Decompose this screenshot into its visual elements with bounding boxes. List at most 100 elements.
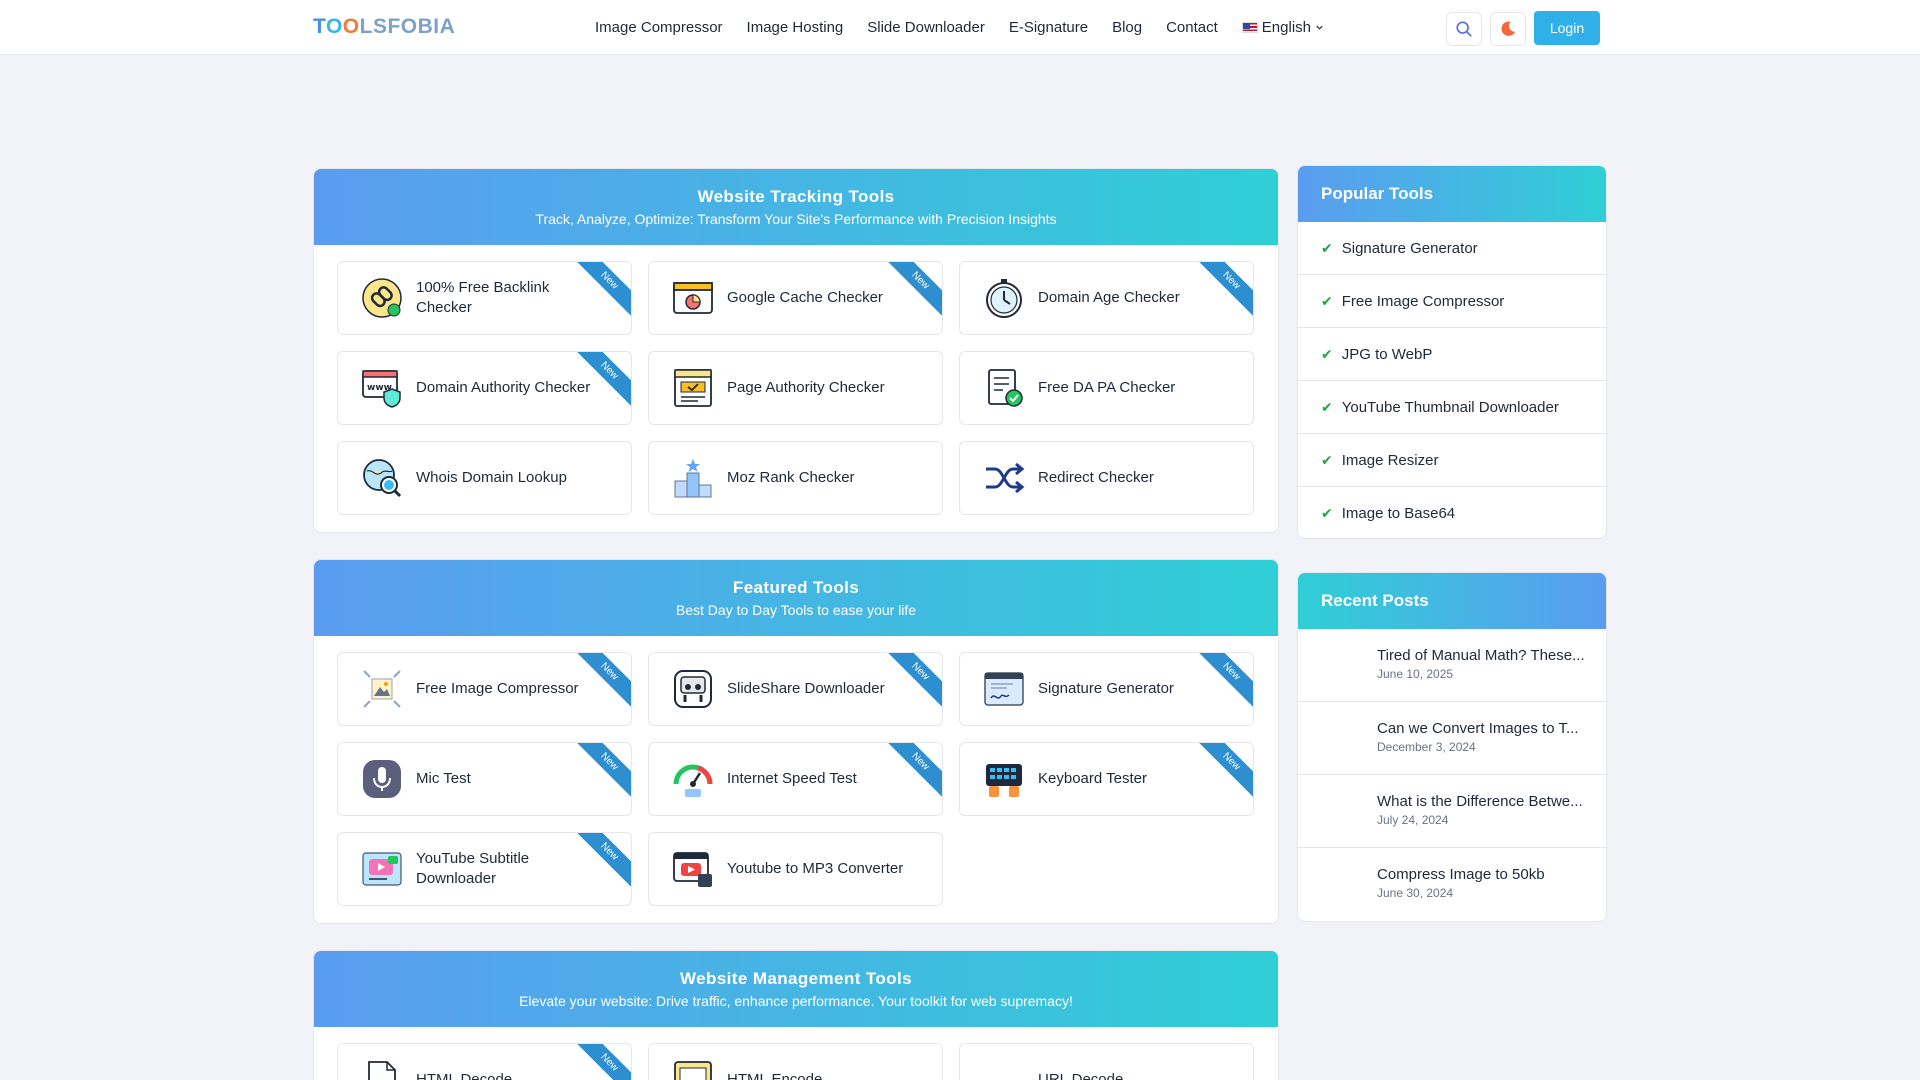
post-date: December 3, 2024 [1377, 740, 1476, 754]
login-button[interactable]: Login [1534, 11, 1600, 45]
tool-card-html-encode[interactable]: HTML Encode [648, 1043, 943, 1080]
tool-label: Redirect Checker [1038, 469, 1154, 486]
recent-posts-panel: Recent Posts Tired of Manual Math? These… [1297, 572, 1607, 922]
tool-label: 100% Free Backlink Checker [416, 279, 550, 316]
browser-chart-icon [671, 276, 715, 320]
section-header: Website Management Tools Elevate your we… [314, 951, 1278, 1027]
logo-letter-t: T [313, 15, 326, 38]
popular-item-youtube-thumbnail-downloader[interactable]: ✔ YouTube Thumbnail Downloader [1298, 381, 1606, 434]
logo[interactable]: TOOLSFOBIA [313, 15, 455, 39]
tool-card-domain-authority-checker[interactable]: www Domain Authority Checker New [337, 351, 632, 425]
nav-image-hosting[interactable]: Image Hosting [747, 19, 844, 36]
section-header: Featured Tools Best Day to Day Tools to … [314, 560, 1278, 636]
tool-card-free-da-pa-checker[interactable]: Free DA PA Checker [959, 351, 1254, 425]
tool-label: Google Cache Checker [727, 289, 883, 306]
checklist-icon [982, 366, 1026, 410]
tool-label: YouTube Subtitle Downloader [416, 850, 530, 887]
tool-card-google-cache-checker[interactable]: Google Cache Checker New [648, 261, 943, 335]
backlink-icon [360, 276, 404, 320]
post-title: What is the Difference Betwe... [1377, 793, 1583, 810]
popular-item-signature-generator[interactable]: ✔ Signature Generator [1298, 222, 1606, 275]
post-date: June 30, 2024 [1377, 886, 1454, 900]
tool-card-keyboard-tester[interactable]: Keyboard Tester New [959, 742, 1254, 816]
recent-post[interactable]: Tired of Manual Math? These... June 10, … [1298, 629, 1606, 702]
post-title: Can we Convert Images to T... [1377, 720, 1579, 737]
new-ribbon: New [1193, 743, 1253, 800]
speedometer-icon [671, 757, 715, 801]
popular-tools-panel: Popular Tools ✔ Signature Generator ✔ Free… [1297, 165, 1607, 539]
tool-card-youtube-subtitle-downloader[interactable]: YouTube Subtitle Downloader New [337, 832, 632, 906]
tool-card-youtube-to-mp3[interactable]: Youtube to MP3 Converter [648, 832, 943, 906]
video-player-icon [671, 847, 715, 891]
section-subtitle: Track, Analyze, Optimize: Transform Your… [535, 211, 1057, 227]
webpage-check-icon [671, 366, 715, 410]
tool-label: HTML Encode [727, 1071, 823, 1080]
logo-rest: LSFOBIA [359, 15, 456, 38]
nav-slide-downloader[interactable]: Slide Downloader [867, 19, 985, 36]
tool-card-signature-generator[interactable]: Signature Generator New [959, 652, 1254, 726]
top-header: TOOLSFOBIA Image Compressor Image Hostin… [0, 0, 1920, 55]
post-date: June 10, 2025 [1377, 667, 1454, 681]
popular-item-image-to-base64[interactable]: ✔ Image to Base64 [1298, 487, 1606, 538]
featured-tools-section: Featured Tools Best Day to Day Tools to … [313, 559, 1279, 924]
tool-label: HTML Decode [416, 1071, 513, 1080]
nav-image-compressor[interactable]: Image Compressor [595, 19, 723, 36]
tool-card-backlink-checker[interactable]: 100% Free Backlink Checker New [337, 261, 632, 335]
language-selector[interactable]: English [1241, 19, 1324, 36]
tool-card-page-authority-checker[interactable]: Page Authority Checker [648, 351, 943, 425]
tool-label: Page Authority Checker [727, 379, 885, 396]
tool-card-redirect-checker[interactable]: Redirect Checker [959, 441, 1254, 515]
shuffle-arrows-icon [982, 456, 1026, 500]
popular-item-label: JPG to WebP [1341, 345, 1433, 363]
check-icon: ✔ [1321, 505, 1333, 521]
tool-card-free-image-compressor[interactable]: Free Image Compressor New [337, 652, 632, 726]
tool-card-whois-domain-lookup[interactable]: Whois Domain Lookup [337, 441, 632, 515]
post-title: Compress Image to 50kb [1377, 866, 1545, 883]
tool-label: Domain Age Checker [1038, 289, 1180, 306]
new-ribbon: New [1193, 653, 1253, 710]
microphone-icon [360, 757, 404, 801]
post-title: Tired of Manual Math? These... [1377, 647, 1585, 664]
recent-post[interactable]: Compress Image to 50kb June 30, 2024 [1298, 848, 1606, 921]
website-management-section: Website Management Tools Elevate your we… [313, 950, 1279, 1080]
search-button[interactable] [1446, 12, 1482, 46]
html-file-icon [360, 1058, 404, 1080]
tool-card-mic-test[interactable]: Mic Test New [337, 742, 632, 816]
tool-label: Internet Speed Test [727, 770, 857, 787]
tool-card-internet-speed-test[interactable]: Internet Speed Test New [648, 742, 943, 816]
tool-card-domain-age-checker[interactable]: Domain Age Checker New [959, 261, 1254, 335]
recent-post[interactable]: What is the Difference Betwe... July 24,… [1298, 775, 1606, 848]
check-icon: ✔ [1321, 292, 1333, 309]
section-subtitle: Best Day to Day Tools to ease your life [675, 602, 917, 618]
popular-item-free-image-compressor[interactable]: ✔ Free Image Compressor [1298, 275, 1606, 328]
podium-icon [671, 456, 715, 500]
dark-mode-toggle[interactable] [1490, 12, 1526, 46]
tool-label: Free Image Compressor [416, 680, 579, 697]
section-title: Website Tracking Tools [697, 187, 895, 206]
check-icon: ✔ [1321, 345, 1333, 362]
new-ribbon: New [571, 653, 631, 710]
tool-card-slideshare-downloader[interactable]: SlideShare Downloader New [648, 652, 943, 726]
moon-icon [1501, 21, 1516, 36]
main-nav: Image Compressor Image Hosting Slide Dow… [595, 0, 1324, 55]
tool-card-moz-rank-checker[interactable]: Moz Rank Checker [648, 441, 943, 515]
popular-item-image-resizer[interactable]: ✔ Image Resizer [1298, 434, 1606, 487]
popular-item-jpg-to-webp[interactable]: ✔ JPG to WebP [1298, 328, 1606, 381]
tool-label: Keyboard Tester [1038, 770, 1147, 787]
tool-card-url-decode[interactable]: URL Decode [959, 1043, 1254, 1080]
globe-search-icon [360, 456, 404, 500]
check-icon: ✔ [1321, 451, 1333, 468]
recent-post[interactable]: Can we Convert Images to T... December 3… [1298, 702, 1606, 775]
new-ribbon: New [882, 743, 942, 800]
section-title: Featured Tools [732, 578, 860, 597]
popular-item-label: Free Image Compressor [1341, 292, 1505, 310]
nav-blog[interactable]: Blog [1112, 19, 1142, 36]
website-tracking-section: Website Tracking Tools Track, Analyze, O… [313, 168, 1279, 533]
nav-e-signature[interactable]: E-Signature [1009, 19, 1088, 36]
tool-card-html-decode[interactable]: HTML Decode New [337, 1043, 632, 1080]
nav-contact[interactable]: Contact [1166, 19, 1218, 36]
popular-item-label: Signature Generator [1341, 239, 1478, 257]
tool-label: Signature Generator [1038, 680, 1174, 697]
signature-icon [982, 667, 1026, 711]
section-subtitle: Elevate your website: Drive traffic, enh… [519, 993, 1073, 1009]
